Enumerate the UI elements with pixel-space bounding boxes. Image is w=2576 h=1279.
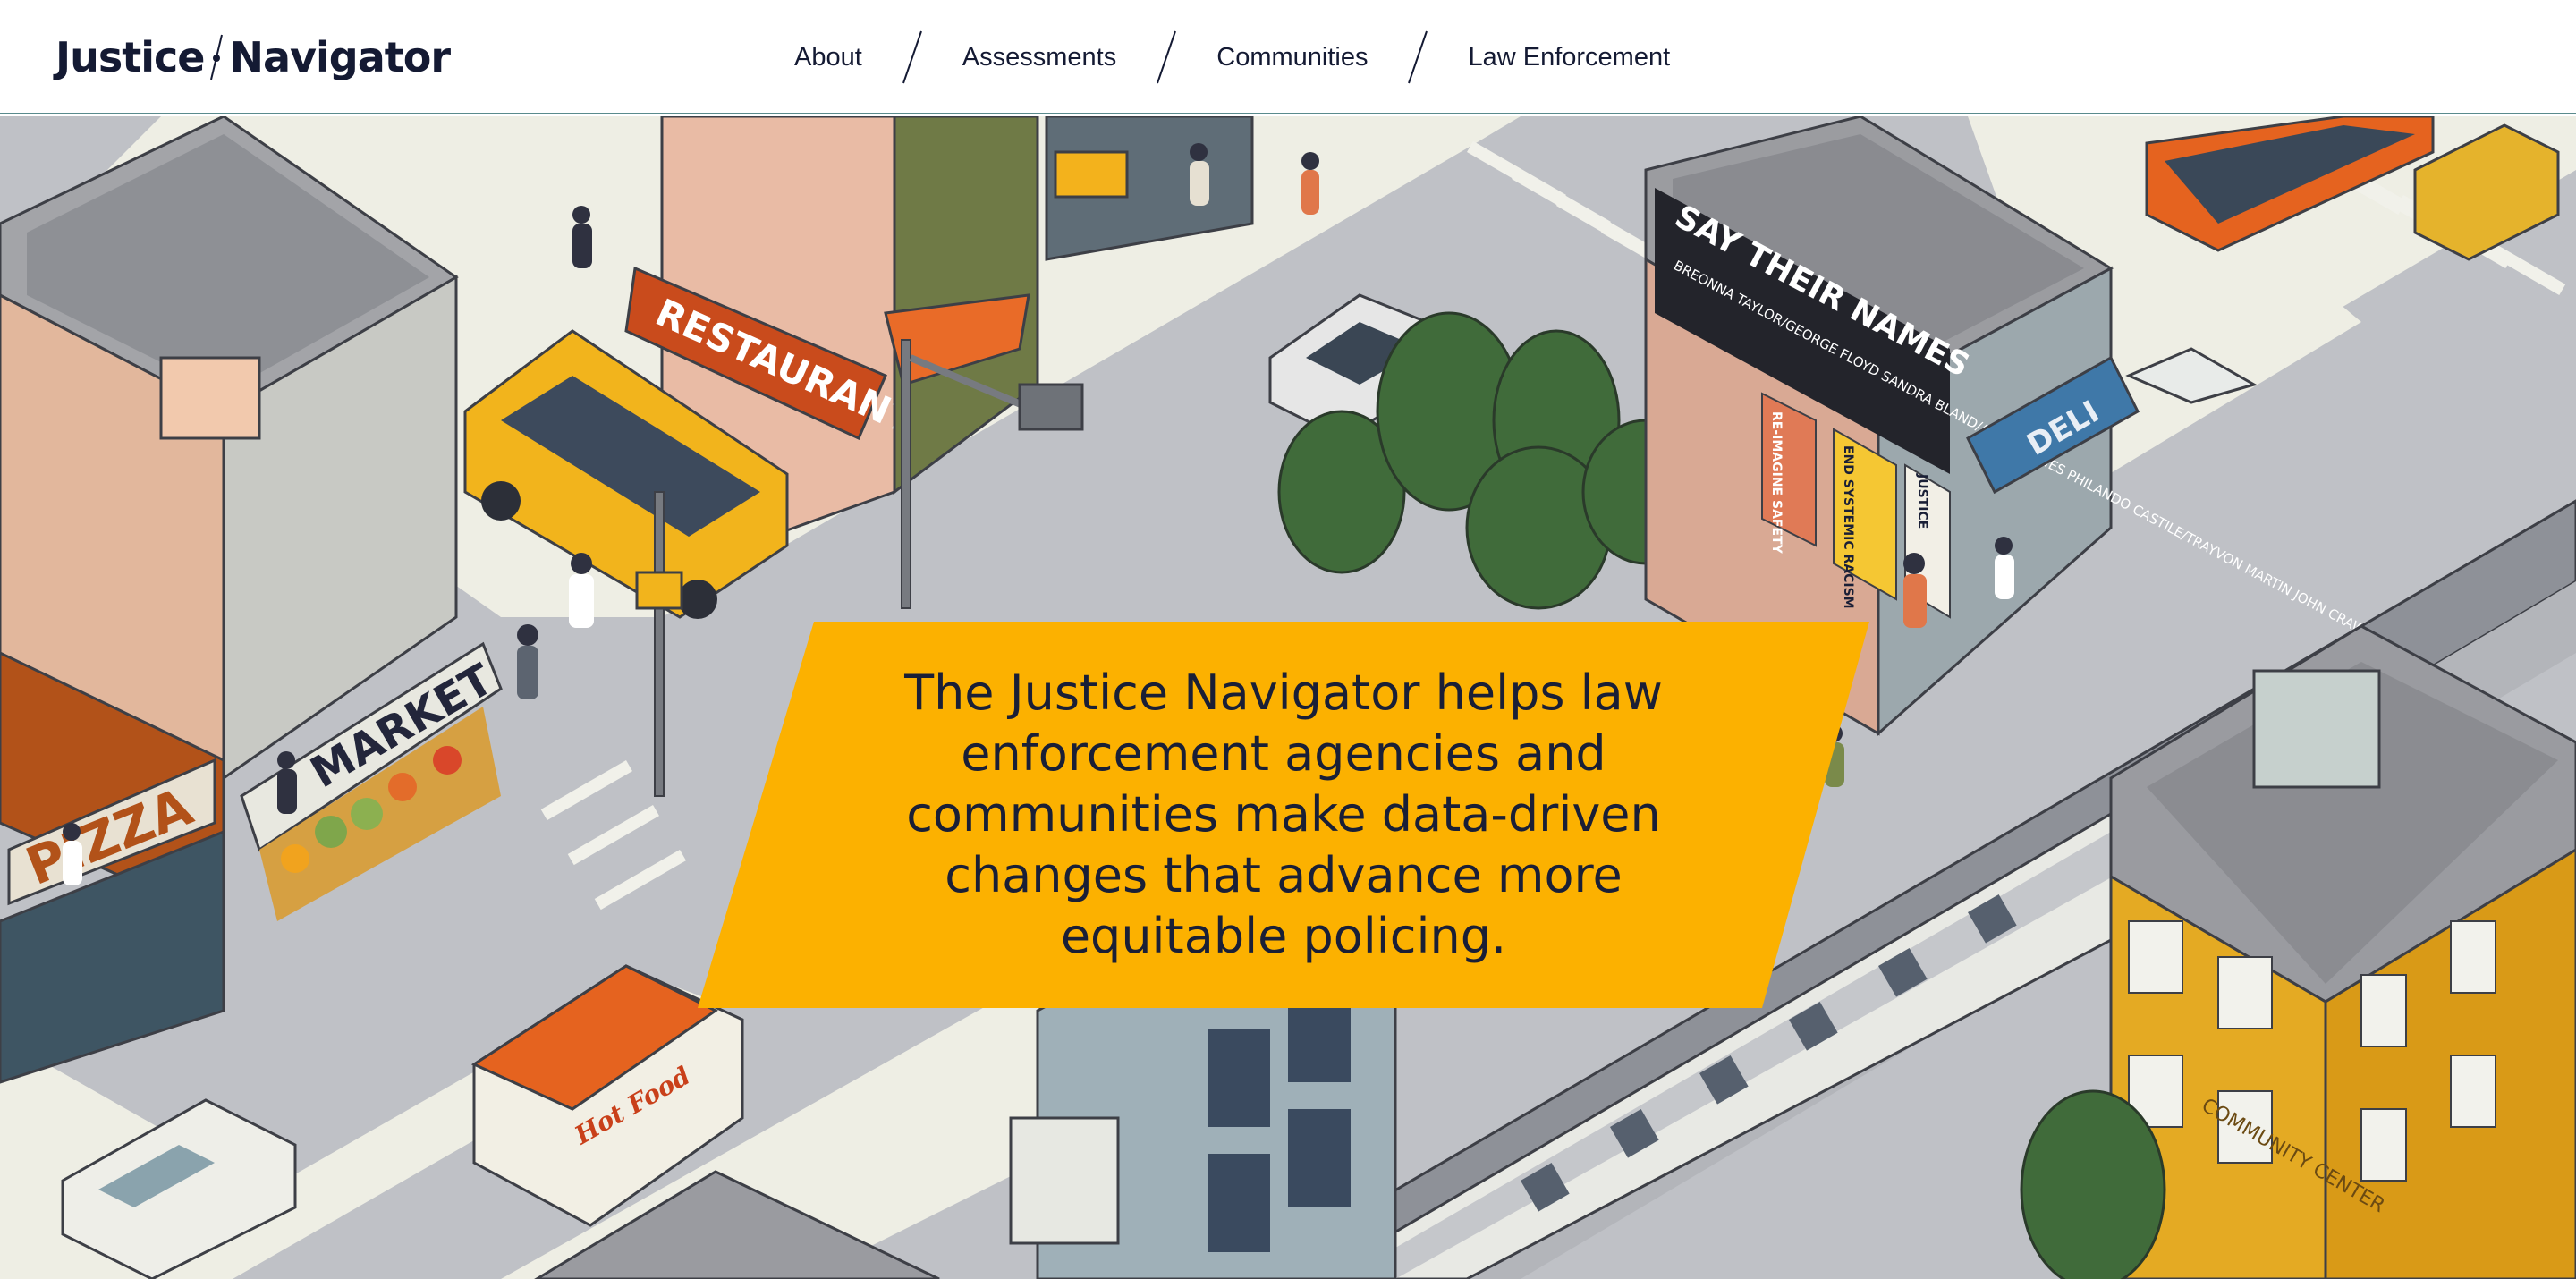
logo-slash-icon xyxy=(208,31,225,83)
hero-tagline: The Justice Navigator helps law enforcem… xyxy=(904,665,1663,964)
hero-section: PIZZA MARKET RESTAURANT SAY THEIR NAMES … xyxy=(0,116,2576,1279)
nav-divider xyxy=(1408,30,1428,84)
hero-banner: The Justice Navigator helps law enforcem… xyxy=(698,622,1869,1008)
nav-about[interactable]: About xyxy=(787,43,869,72)
nav-assessments[interactable]: Assessments xyxy=(955,43,1123,72)
nav-divider xyxy=(1157,30,1177,84)
site-header: Justice Navigator About Assessments Comm… xyxy=(0,0,2576,114)
logo-word-navigator: Navigator xyxy=(229,33,451,81)
poster-justice: JUSTICE xyxy=(1915,473,1929,529)
poster-safety: RE-IMAGINE SAFETY xyxy=(1769,411,1784,555)
main-nav: About Assessments Communities Law Enforc… xyxy=(787,25,1677,89)
nav-divider xyxy=(902,30,922,84)
logo-word-justice: Justice xyxy=(55,33,205,81)
nav-communities[interactable]: Communities xyxy=(1209,43,1375,72)
site-logo[interactable]: Justice Navigator xyxy=(55,27,451,88)
poster-racism: END SYSTEMIC RACISM xyxy=(1841,445,1855,609)
nav-law-enforcement[interactable]: Law Enforcement xyxy=(1461,43,1677,72)
